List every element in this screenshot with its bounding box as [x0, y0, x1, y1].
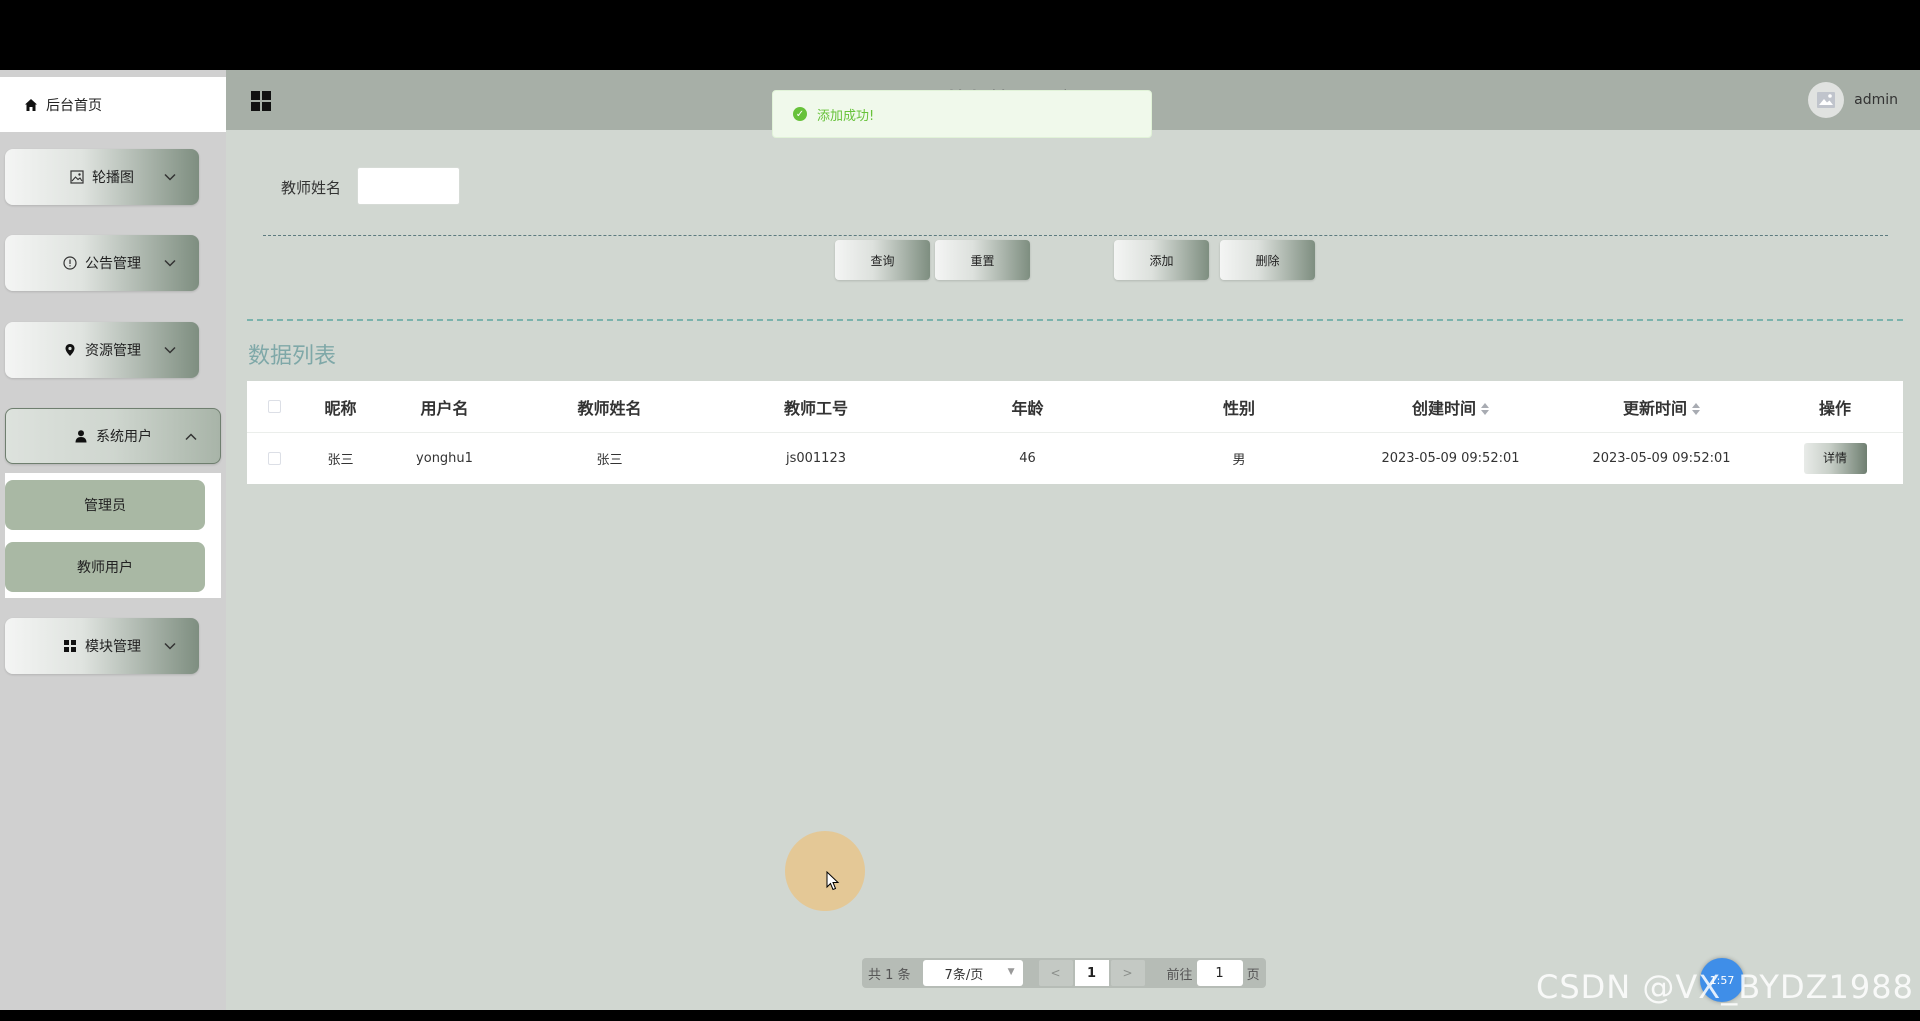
cell-username: yonghu1 — [416, 451, 473, 466]
sidebar-item-modules[interactable]: 模块管理 — [5, 618, 199, 674]
sidebar-subitem-teacher-users[interactable]: 教师用户 — [5, 542, 205, 592]
list-title: 数据列表 — [248, 344, 337, 369]
col-updated-label: 更新时间 — [1622, 398, 1687, 418]
chevron-down-icon — [164, 642, 176, 650]
detail-button[interactable]: 详情 — [1803, 443, 1867, 474]
teacher-name-label: 教师姓名 — [281, 179, 342, 197]
query-button[interactable]: 查询 — [835, 240, 930, 280]
sidebar-item-home-label: 后台首页 — [46, 97, 102, 114]
sidebar-item-system-users-label: 系统用户 — [96, 429, 152, 445]
row-checkbox[interactable] — [267, 452, 281, 465]
col-created-label: 创建时间 — [1411, 398, 1476, 418]
page-unit-label: 页 — [1246, 967, 1260, 983]
cell-teacher-name: 张三 — [596, 453, 623, 468]
delete-button[interactable]: 删除 — [1220, 240, 1315, 280]
sidebar: 后台首页 轮播图 公告管理 资源管理 系统用户 管理员 教师用户 模块管理 — [0, 70, 226, 1010]
chevron-down-icon — [164, 173, 176, 181]
cell-action: 详情 — [1767, 443, 1903, 474]
pagination: 共 1 条 7条/页 ▼ < 1 > 前往 1 页 — [862, 958, 1266, 988]
col-created[interactable]: 创建时间 — [1345, 395, 1556, 419]
query-button-label: 查询 — [870, 253, 895, 268]
user-menu[interactable]: admin — [1808, 82, 1898, 118]
info-icon — [63, 256, 77, 270]
app-root: 后台首页 轮播图 公告管理 资源管理 系统用户 管理员 教师用户 模块管理 ad… — [0, 70, 1920, 1010]
add-button[interactable]: 添加 — [1114, 240, 1209, 280]
check-circle-icon: ✓ — [793, 107, 807, 121]
location-icon — [63, 343, 77, 357]
col-action: 操作 — [1818, 398, 1851, 418]
table-row: 张三 yonghu1 张三 js001123 46 男 2023-05-09 0… — [247, 433, 1903, 484]
sidebar-item-resources-label: 资源管理 — [85, 343, 141, 359]
col-gender: 性别 — [1222, 398, 1255, 418]
cell-created: 2023-05-09 09:52:01 — [1381, 451, 1520, 466]
col-username: 用户名 — [420, 398, 469, 418]
next-page-button[interactable]: > — [1110, 960, 1145, 986]
avatar[interactable] — [1808, 82, 1845, 118]
goto-page-input[interactable]: 1 — [1196, 960, 1243, 986]
bottom-black-bar — [0, 1010, 1920, 1021]
chevron-down-icon — [164, 259, 176, 267]
cell-gender: 男 — [1232, 453, 1246, 468]
chevron-down-icon — [164, 346, 176, 354]
sidebar-subitem-teacher-users-label: 教师用户 — [77, 560, 133, 576]
row-select-cell — [247, 452, 301, 465]
sidebar-subitem-admin-label: 管理员 — [84, 498, 126, 514]
col-age: 年龄 — [1011, 398, 1044, 418]
cell-age: 46 — [1019, 451, 1036, 466]
list-divider — [247, 319, 1903, 321]
reset-button-label: 重置 — [970, 253, 995, 268]
col-teacher-no: 教师工号 — [783, 398, 848, 418]
pagination-total: 共 1 条 — [868, 967, 911, 983]
page-size-value: 7条/页 — [944, 967, 984, 983]
search-divider — [263, 235, 1888, 236]
chevron-up-icon — [185, 433, 197, 441]
cell-updated: 2023-05-09 09:52:01 — [1592, 451, 1731, 466]
page-size-select[interactable]: 7条/页 ▼ — [922, 960, 1023, 986]
page-number-current[interactable]: 1 — [1074, 960, 1109, 986]
user-icon — [74, 429, 88, 443]
reset-button[interactable]: 重置 — [935, 240, 1030, 280]
chevron-down-icon: ▼ — [1007, 967, 1015, 977]
col-nickname: 昵称 — [324, 398, 357, 418]
cursor-highlight — [785, 831, 865, 911]
sidebar-item-home[interactable]: 后台首页 — [0, 77, 226, 132]
sort-icon[interactable] — [1481, 402, 1489, 416]
prev-page-button[interactable]: < — [1038, 960, 1073, 986]
image-placeholder-icon — [1817, 92, 1836, 108]
col-updated[interactable]: 更新时间 — [1556, 395, 1767, 419]
cell-teacher-no: js001123 — [785, 451, 846, 466]
mouse-cursor-icon — [826, 871, 840, 891]
chevron-right-icon: > — [1122, 966, 1133, 980]
watermark: CSDN @VX_BYDZ1988 — [1536, 968, 1914, 1006]
cell-nickname: 张三 — [327, 453, 354, 468]
sidebar-item-notice[interactable]: 公告管理 — [5, 235, 199, 291]
sidebar-item-system-users[interactable]: 系统用户 — [5, 408, 221, 464]
sidebar-subitem-admin[interactable]: 管理员 — [5, 480, 205, 530]
add-button-label: 添加 — [1149, 253, 1174, 268]
picture-icon — [70, 170, 84, 184]
select-all-checkbox[interactable] — [267, 400, 281, 413]
sidebar-item-carousel-label: 轮播图 — [92, 170, 134, 186]
success-toast: ✓ 添加成功! — [772, 90, 1152, 138]
menu-toggle-icon[interactable] — [250, 90, 272, 112]
user-name: admin — [1854, 92, 1898, 108]
system-users-submenu: 管理员 教师用户 — [5, 473, 221, 598]
delete-button-label: 删除 — [1255, 253, 1280, 268]
select-all-cell — [247, 400, 301, 413]
home-icon — [25, 98, 37, 111]
sidebar-item-modules-label: 模块管理 — [85, 639, 141, 655]
sidebar-item-carousel[interactable]: 轮播图 — [5, 149, 199, 205]
teacher-name-input[interactable] — [357, 167, 460, 205]
sidebar-item-resources[interactable]: 资源管理 — [5, 322, 199, 378]
grid-icon — [63, 639, 77, 653]
toast-message: 添加成功! — [817, 108, 875, 124]
col-teacher-name: 教师姓名 — [577, 398, 642, 418]
table-header: 昵称 用户名 教师姓名 教师工号 年龄 性别 创建时间 更新时间 操作 — [247, 381, 1903, 433]
goto-label: 前往 — [1166, 967, 1193, 983]
sidebar-item-notice-label: 公告管理 — [85, 256, 141, 272]
data-table: 昵称 用户名 教师姓名 教师工号 年龄 性别 创建时间 更新时间 操作 张三 y… — [247, 381, 1903, 484]
chevron-left-icon: < — [1050, 966, 1061, 980]
sort-icon[interactable] — [1692, 402, 1700, 416]
